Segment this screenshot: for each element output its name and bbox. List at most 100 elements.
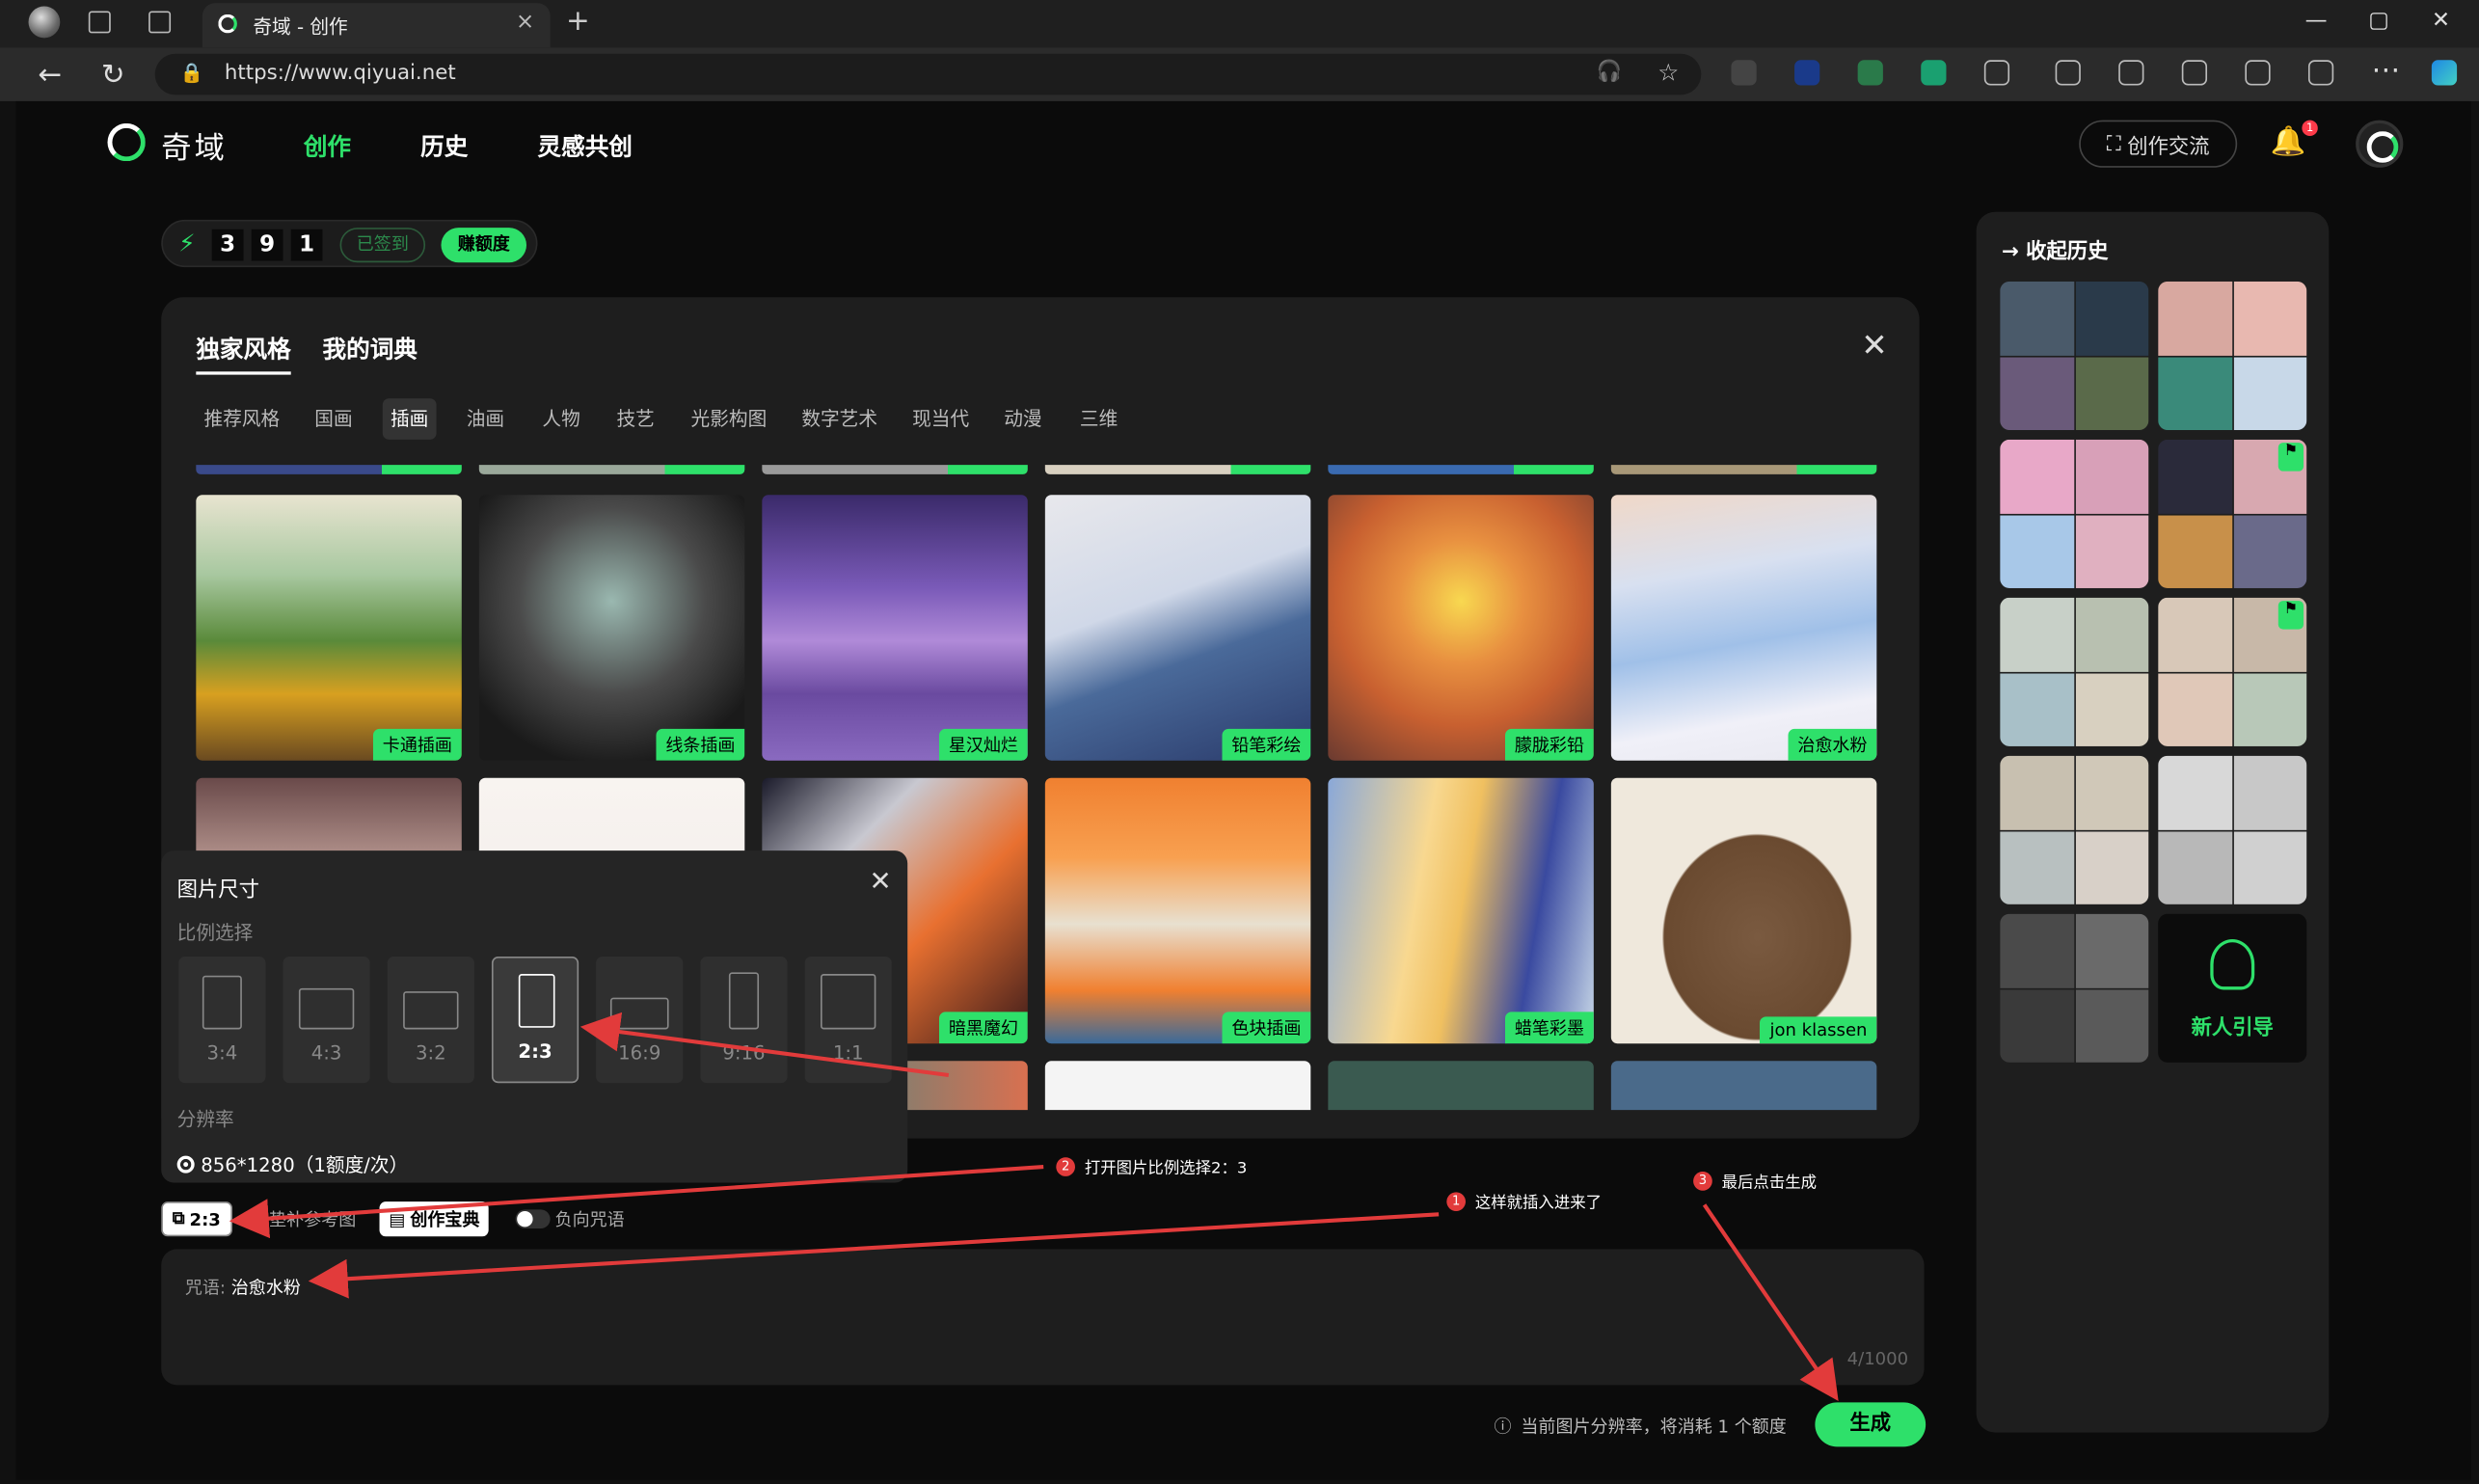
minimize-button[interactable]: —	[2305, 8, 2328, 33]
history-item[interactable]	[2158, 281, 2307, 430]
split-screen-icon[interactable]	[2055, 60, 2081, 86]
history-item[interactable]	[2158, 755, 2307, 904]
codex-chip[interactable]: ▤ 创作宝典	[379, 1201, 490, 1237]
extension-icon[interactable]	[1794, 60, 1820, 86]
style-tile[interactable]: 铅笔彩绘	[1044, 495, 1311, 761]
resolution-option[interactable]: 856*1280（1额度/次）	[176, 1151, 408, 1178]
history-item[interactable]	[2000, 597, 2149, 746]
back-icon[interactable]: ←	[38, 59, 62, 92]
generate-button[interactable]: 生成	[1815, 1402, 1927, 1447]
ratio-option-2-3[interactable]: 2:3	[491, 957, 579, 1084]
category-people[interactable]: 人物	[534, 398, 588, 440]
browser-tab[interactable]: 奇域 - 创作 ×	[202, 3, 551, 48]
collapse-history-button[interactable]: → 收起历史	[2002, 234, 2109, 264]
category-guohua[interactable]: 国画	[307, 398, 361, 440]
user-avatar[interactable]	[2356, 120, 2404, 168]
cost-note: ⓘ 当前图片分辨率，将消耗 1 个额度	[1495, 1414, 1787, 1439]
ratio-option-3-2[interactable]: 3:2	[387, 957, 474, 1084]
category-recommended[interactable]: 推荐风格	[196, 398, 287, 440]
newbie-guide-button[interactable]: 新人引导	[2158, 913, 2307, 1063]
ratio-text: 2:3	[518, 1039, 552, 1063]
category-anime[interactable]: 动漫	[996, 398, 1050, 440]
workspaces-icon[interactable]	[88, 11, 111, 34]
nav-inspiration[interactable]: 灵感共创	[537, 129, 632, 162]
maximize-button[interactable]: ▢	[2368, 8, 2389, 33]
history-item[interactable]	[2000, 281, 2149, 430]
category-3d[interactable]: 三维	[1072, 398, 1126, 440]
toggle-switch[interactable]	[515, 1209, 551, 1229]
reference-image-chip[interactable]: ⊙ 垫补参考图	[240, 1201, 365, 1236]
style-tile[interactable]	[1610, 1061, 1877, 1111]
category-digital-art[interactable]: 数字艺术	[794, 398, 885, 440]
credit-digit: 1	[290, 229, 323, 261]
bell-icon[interactable]: 🔔	[2271, 125, 2306, 158]
extension-icon[interactable]	[1921, 60, 1947, 86]
category-illustration[interactable]: 插画	[382, 398, 437, 440]
ratio-option-4-3[interactable]: 4:3	[283, 957, 370, 1084]
nav-history[interactable]: 历史	[420, 129, 468, 162]
performance-icon[interactable]	[2245, 60, 2271, 86]
close-icon[interactable]: ✕	[1861, 326, 1887, 364]
ratio-shape-icon	[609, 997, 669, 1030]
collections-icon[interactable]	[2181, 60, 2208, 86]
history-item[interactable]	[2000, 439, 2149, 588]
scan-icon: ⛶	[2106, 131, 2121, 156]
earn-credits-button[interactable]: 赚额度	[441, 228, 527, 263]
category-craft[interactable]: 技艺	[608, 398, 662, 440]
logo-icon[interactable]	[107, 122, 146, 162]
style-tile[interactable]: jon klassen	[1610, 777, 1877, 1044]
browser-profile-avatar[interactable]	[28, 6, 61, 39]
style-tile[interactable]: 线条插画	[478, 495, 745, 761]
category-light-composition[interactable]: 光影构图	[683, 398, 774, 440]
ratio-shape-icon	[202, 975, 242, 1030]
community-button[interactable]: ⛶ 创作交流	[2079, 120, 2238, 168]
extension-icon[interactable]	[1731, 60, 1757, 86]
refresh-icon[interactable]: ↻	[101, 59, 125, 92]
ratio-option-16-9[interactable]: 16:9	[596, 957, 684, 1084]
tab-actions-icon[interactable]	[148, 11, 172, 34]
signed-in-badge: 已签到	[339, 228, 426, 263]
history-item[interactable]	[2000, 913, 2149, 1063]
ratio-chip[interactable]: ⧉ 2:3	[161, 1201, 232, 1237]
logo-text[interactable]: 奇域	[161, 125, 228, 168]
style-tile[interactable]: 星汉灿烂	[762, 495, 1028, 761]
style-tile[interactable]: 蜡笔彩墨	[1328, 777, 1594, 1044]
bookmark-icon[interactable]: ⚑	[2277, 601, 2304, 630]
new-tab-button[interactable]: +	[566, 5, 590, 38]
category-contemporary[interactable]: 现当代	[904, 398, 977, 440]
style-tile[interactable]: 卡通插画	[196, 495, 462, 761]
read-aloud-icon[interactable]: 🎧	[1597, 60, 1623, 84]
style-tile[interactable]: 朦胧彩铅	[1328, 495, 1594, 761]
more-menu-icon[interactable]: ⋯	[2372, 54, 2401, 87]
history-item[interactable]: ⚑	[2158, 597, 2307, 746]
nav-create[interactable]: 创作	[304, 129, 351, 162]
style-tile[interactable]: 治愈水粉	[1610, 495, 1877, 761]
close-icon[interactable]: ✕	[869, 867, 891, 899]
style-tile[interactable]: 色块插画	[1044, 777, 1311, 1044]
window-close-button[interactable]: ✕	[2432, 8, 2450, 33]
negative-prompt-toggle[interactable]: 负向咒语	[506, 1201, 634, 1236]
tab-close-icon[interactable]: ×	[516, 10, 534, 35]
ratio-option-3-4[interactable]: 3:4	[178, 957, 266, 1084]
history-item[interactable]	[2000, 755, 2149, 904]
tab-exclusive-styles[interactable]: 独家风格	[196, 332, 291, 375]
extension-icon[interactable]	[1857, 60, 1883, 86]
favorites-icon[interactable]	[2118, 60, 2144, 86]
ratio-option-9-16[interactable]: 9:16	[700, 957, 788, 1084]
tab-my-dictionary[interactable]: 我的词典	[322, 332, 417, 364]
copilot-icon[interactable]	[2431, 60, 2458, 86]
prompt-input[interactable]: 咒语: 治愈水粉 4/1000	[161, 1249, 1925, 1386]
style-tile[interactable]	[1044, 1061, 1311, 1111]
bookmark-icon[interactable]: ⚑	[2277, 443, 2304, 472]
style-tile[interactable]	[1328, 1061, 1594, 1111]
book-icon: ▤	[389, 1208, 406, 1229]
favorite-star-icon[interactable]: ☆	[1657, 59, 1679, 88]
extensions-puzzle-icon[interactable]	[1983, 60, 2010, 86]
ratio-shape-icon	[821, 974, 876, 1030]
prompt-label-text: 咒语:	[184, 1277, 227, 1299]
ratio-option-1-1[interactable]: 1:1	[804, 957, 892, 1084]
history-item[interactable]: ⚑	[2158, 439, 2307, 588]
profile-switch-icon[interactable]	[2307, 60, 2334, 86]
address-bar[interactable]: 🔒 https://www.qiyuai.net 🎧 ☆	[154, 53, 1702, 95]
category-oil[interactable]: 油画	[459, 398, 513, 440]
